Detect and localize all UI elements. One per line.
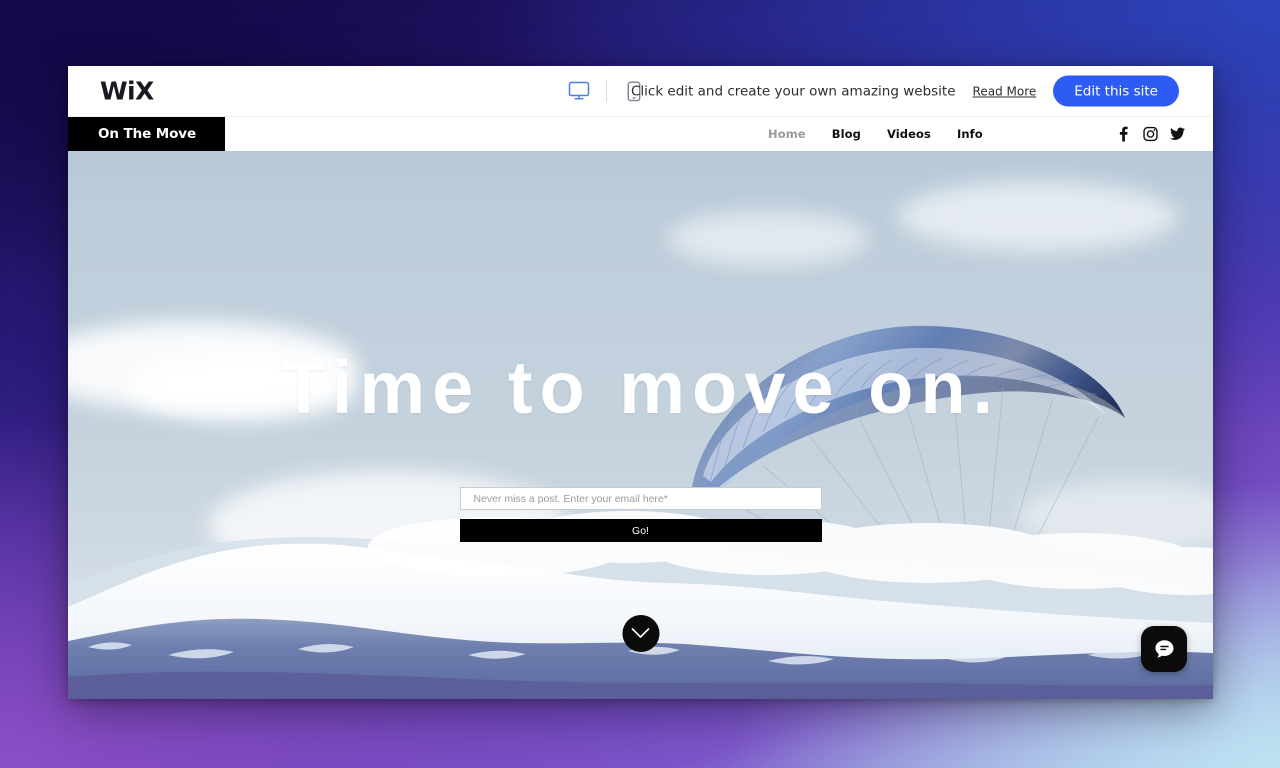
topbar-actions: Click edit and create your own amazing w… (630, 75, 1179, 107)
hero-content: Time to move on. Go! (68, 151, 1213, 542)
subscribe-form: Go! (459, 487, 822, 542)
social-icons-group (1116, 126, 1185, 142)
read-more-link[interactable]: Read More (973, 84, 1037, 98)
site-navigation: Home Blog Videos Info (768, 127, 983, 141)
wix-editor-topbar: WiX Click edit and create your own amazi… (68, 66, 1213, 117)
facebook-icon[interactable] (1116, 126, 1131, 142)
hero-title: Time to move on. (280, 346, 1001, 429)
go-button[interactable]: Go! (459, 519, 822, 542)
promo-text: Click edit and create your own amazing w… (630, 83, 956, 99)
viewport-divider (606, 80, 607, 102)
site-title-block[interactable]: On The Move (68, 117, 225, 151)
nav-item-info[interactable]: Info (957, 127, 983, 141)
chat-bubble-icon (1154, 639, 1174, 658)
email-input[interactable] (459, 487, 822, 510)
nav-item-home[interactable]: Home (768, 127, 806, 141)
scroll-down-button[interactable] (622, 615, 659, 652)
desktop-monitor-icon[interactable] (565, 77, 593, 105)
wix-logo[interactable]: WiX (100, 77, 154, 106)
instagram-icon[interactable] (1143, 126, 1158, 142)
twitter-icon[interactable] (1170, 127, 1185, 142)
edit-this-site-button[interactable]: Edit this site (1053, 75, 1179, 107)
chevron-down-icon (631, 628, 650, 638)
site-preview-window: WiX Click edit and create your own amazi… (68, 66, 1213, 699)
hero-section: Time to move on. Go! (68, 151, 1213, 699)
nav-item-videos[interactable]: Videos (887, 127, 931, 141)
chat-button[interactable] (1141, 626, 1187, 672)
site-title: On The Move (98, 126, 197, 142)
nav-item-blog[interactable]: Blog (832, 127, 861, 141)
site-header: On The Move Home Blog Videos Info (68, 117, 1213, 151)
